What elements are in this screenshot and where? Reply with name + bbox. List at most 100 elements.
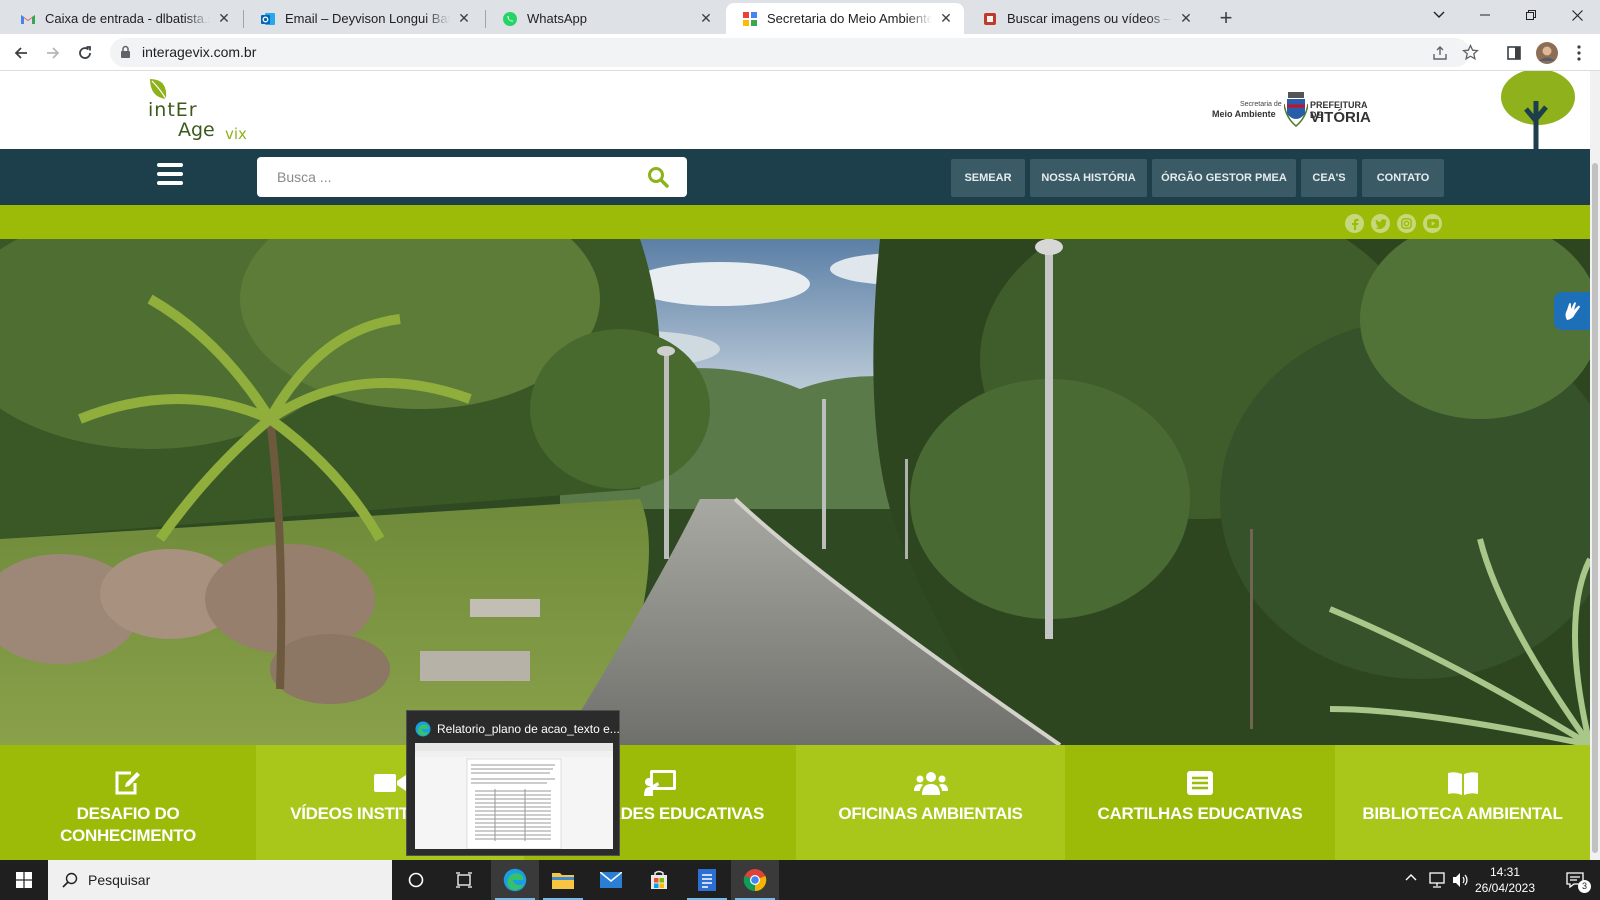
side-panel-icon: [1507, 46, 1521, 60]
accessibility-libras-button[interactable]: [1554, 292, 1590, 330]
close-icon[interactable]: ✕: [938, 10, 954, 27]
star-icon[interactable]: [1462, 44, 1479, 61]
facebook-icon[interactable]: [1345, 214, 1364, 233]
taskbar-window-preview[interactable]: Relatorio_plano de acao_texto e...: [406, 710, 620, 856]
tile-biblioteca-ambiental[interactable]: BIBLIOTECA AMBIENTAL: [1335, 745, 1590, 860]
taskbar-document-app[interactable]: [683, 860, 731, 900]
users-icon: [913, 772, 948, 795]
notification-count-badge: 3: [1578, 880, 1591, 893]
logo-line-2: Age: [178, 119, 215, 141]
tile-desafio-do-conhecimento[interactable]: DESAFIO DO CONHECIMENTO: [0, 745, 256, 860]
site-navbar: SEMEAR NOSSA HISTÓRIA ÓRGÃO GESTOR PMEA …: [0, 149, 1590, 205]
close-window-button[interactable]: [1554, 0, 1600, 30]
tile-oficinas-ambientais[interactable]: OFICINAS AMBIENTAIS: [796, 745, 1065, 860]
interagevix-logo[interactable]: intEr Age vix: [148, 77, 258, 147]
social-strip: [0, 205, 1590, 239]
browser-tab-strip: Caixa de entrada - dlbatista.secom ✕ Ema…: [0, 0, 1600, 34]
lock-icon: [121, 45, 130, 58]
reload-icon: [79, 46, 91, 59]
gmail-icon: [21, 14, 35, 24]
arrow-left-icon: [14, 47, 27, 59]
scrollbar-thumb[interactable]: [1592, 163, 1598, 853]
start-button[interactable]: [0, 860, 48, 900]
cortana-circle-icon: [408, 872, 424, 888]
forward-button[interactable]: [40, 40, 66, 66]
tab-secretaria-meio-ambiente[interactable]: Secretaria do Meio Ambiente - Vitória ✕: [726, 3, 964, 34]
tab-title: Caixa de entrada - dlbatista.secom: [45, 11, 210, 26]
taskbar-store[interactable]: [635, 860, 683, 900]
document-icon: [698, 869, 716, 891]
tab-outlook[interactable]: Email – Deyvison Longui Batista – Ou ✕: [244, 3, 482, 34]
share-icon[interactable]: [1432, 45, 1448, 61]
side-panel-button[interactable]: [1501, 40, 1527, 66]
network-icon[interactable]: [1428, 872, 1446, 888]
address-bar[interactable]: interagevix.com.br: [110, 38, 1479, 67]
taskbar-file-explorer[interactable]: [539, 860, 587, 900]
nav-semear[interactable]: SEMEAR: [951, 159, 1025, 197]
close-icon[interactable]: ✕: [216, 10, 232, 27]
preview-thumbnail: [415, 743, 613, 849]
tile-label: BIBLIOTECA AMBIENTAL: [1362, 804, 1563, 823]
instagram-icon[interactable]: [1397, 214, 1416, 233]
windows-logo-icon: [16, 872, 32, 888]
close-icon[interactable]: ✕: [456, 10, 472, 27]
site-search-input[interactable]: [257, 157, 637, 197]
taskbar-search-placeholder: Pesquisar: [88, 872, 151, 888]
tile-label: CARTILHAS EDUCATIVAS: [1097, 804, 1303, 823]
chevron-down-icon: [1433, 11, 1445, 18]
reload-button[interactable]: [72, 40, 98, 66]
taskbar-edge[interactable]: [491, 860, 539, 900]
windows-taskbar: Pesquisar 14:31 26/04/2023 3: [0, 860, 1600, 900]
twitter-icon[interactable]: [1371, 214, 1390, 233]
profile-avatar-button[interactable]: [1534, 40, 1560, 66]
taskbar-search-box[interactable]: Pesquisar: [48, 860, 392, 900]
tab-title: WhatsApp: [527, 11, 587, 26]
outlook-icon: [261, 12, 275, 25]
taskbar-mail[interactable]: [587, 860, 635, 900]
search-icon: [62, 872, 78, 888]
arrow-right-icon: [47, 47, 60, 59]
tab-title: Buscar imagens ou vídeos – Gerenc: [1007, 11, 1172, 26]
close-icon[interactable]: ✕: [698, 10, 714, 27]
logo-small-text: Secretaria de: [1240, 101, 1282, 108]
cortana-button[interactable]: [392, 860, 440, 900]
new-tab-button[interactable]: +: [1213, 5, 1239, 31]
restore-button[interactable]: [1508, 0, 1554, 30]
task-view-button[interactable]: [440, 860, 488, 900]
hamburger-menu-icon[interactable]: [157, 163, 183, 187]
minimize-icon: [1480, 14, 1490, 16]
tab-title: Secretaria do Meio Ambiente - Vitória: [767, 11, 932, 26]
logo-vitoria-text: VITÓRIA: [1310, 109, 1371, 126]
browser-menu-button[interactable]: [1566, 40, 1592, 66]
tab-buscar-imagens[interactable]: Buscar imagens ou vídeos – Gerenc ✕: [966, 3, 1204, 34]
logo-secretaria-text: Meio Ambiente: [1212, 109, 1276, 119]
back-button[interactable]: [8, 40, 34, 66]
nav-nossa-historia[interactable]: NOSSA HISTÓRIA: [1030, 159, 1147, 197]
chrome-icon: [743, 869, 767, 892]
nav-ceas[interactable]: CEA'S: [1301, 159, 1357, 197]
nav-contato[interactable]: CONTATO: [1362, 159, 1444, 197]
notification-center-button[interactable]: 3: [1552, 860, 1600, 900]
tile-cartilhas-educativas[interactable]: CARTILHAS EDUCATIVAS: [1065, 745, 1335, 860]
gerenc-icon: [984, 12, 996, 25]
search-icon[interactable]: [647, 166, 669, 188]
taskbar-chrome[interactable]: [731, 860, 779, 900]
prefeitura-vitoria-logo[interactable]: Secretaria de Meio Ambiente PREFEITURA D…: [1212, 90, 1372, 130]
nav-orgao-gestor-pmea[interactable]: ÓRGÃO GESTOR PMEA: [1152, 159, 1296, 197]
tab-search-button[interactable]: [1416, 0, 1462, 30]
close-icon: [1571, 9, 1583, 21]
close-icon[interactable]: ✕: [1178, 10, 1194, 27]
tree-logo-icon: [1501, 71, 1575, 149]
chevron-up-icon[interactable]: [1405, 872, 1417, 884]
page-scrollbar[interactable]: [1590, 71, 1600, 860]
taskbar-clock[interactable]: 14:31 26/04/2023: [1470, 864, 1540, 896]
edge-icon: [503, 868, 527, 892]
volume-icon[interactable]: [1452, 872, 1470, 888]
mail-icon: [600, 872, 622, 888]
minimize-button[interactable]: [1462, 0, 1508, 30]
browser-toolbar: interagevix.com.br: [0, 34, 1600, 71]
tab-gmail[interactable]: Caixa de entrada - dlbatista.secom ✕: [4, 3, 242, 34]
tab-whatsapp[interactable]: WhatsApp ✕: [486, 3, 724, 34]
preview-title: Relatorio_plano de acao_texto e...: [437, 722, 620, 736]
youtube-icon[interactable]: [1423, 214, 1442, 233]
